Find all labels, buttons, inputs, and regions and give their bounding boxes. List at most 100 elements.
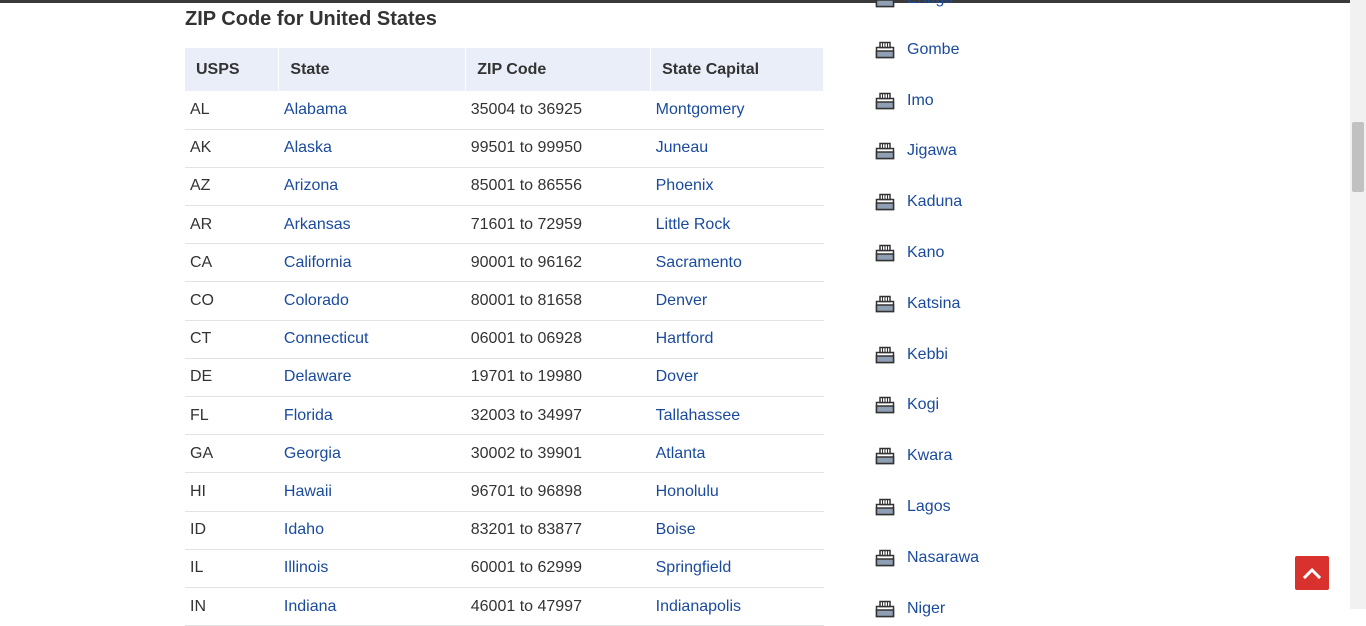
state-link[interactable]: Arizona [284, 177, 338, 194]
capital-link[interactable]: Boise [656, 521, 696, 538]
sidebar-state-link[interactable]: Katsina [907, 295, 960, 313]
zip-range: 32003 to 34997 [465, 396, 651, 436]
sidebar-item: Lagos [875, 496, 951, 518]
building-icon [875, 143, 895, 160]
sidebar-state-link[interactable]: Kwara [907, 447, 952, 465]
building-icon [875, 193, 895, 211]
sidebar-state-link[interactable]: Gombe [907, 41, 959, 59]
state-link[interactable]: Hawaii [284, 483, 332, 500]
table-row: CT Connecticut 06001 to 06928 Hartford [185, 320, 824, 359]
table-cell: California [278, 243, 466, 283]
table-cell: Montgomery [650, 91, 824, 130]
page-title: ZIP Code for United States [185, 8, 437, 30]
zip-range: 71601 to 72959 [465, 205, 651, 245]
state-link[interactable]: Florida [284, 407, 333, 424]
state-link[interactable]: Georgia [284, 445, 341, 462]
usps-code: CA [185, 243, 279, 283]
state-link[interactable]: Arkansas [284, 216, 351, 233]
state-link[interactable]: California [284, 254, 352, 271]
column-header-state: State [278, 48, 467, 91]
table-cell: Juneau [650, 129, 824, 168]
building-icon [875, 498, 895, 516]
state-link[interactable]: Illinois [284, 559, 328, 576]
table-row: AL Alabama 35004 to 36925 Montgomery [185, 91, 824, 130]
table-row: AR Arkansas 71601 to 72959 Little Rock [185, 205, 824, 245]
capital-link[interactable]: Tallahassee [656, 407, 741, 424]
table-cell: Georgia [278, 434, 466, 474]
state-link[interactable]: Indiana [284, 598, 337, 615]
sidebar-state-link[interactable]: Jigawa [907, 142, 957, 160]
table-row: HI Hawaii 96701 to 96898 Honolulu [185, 472, 824, 512]
zip-range: 80001 to 81658 [465, 281, 651, 321]
zip-range: 35004 to 36925 [465, 91, 651, 130]
back-to-top-button[interactable] [1295, 556, 1329, 590]
table-row: ID Idaho 83201 to 83877 Boise [185, 511, 824, 550]
sidebar-state-link[interactable]: Kogi [907, 396, 939, 414]
table-header-row: USPS State ZIP Code State Capital [185, 48, 824, 91]
capital-link[interactable]: Little Rock [656, 216, 731, 233]
table-row: AK Alaska 99501 to 99950 Juneau [185, 129, 824, 168]
capital-link[interactable]: Hartford [656, 330, 714, 347]
state-link[interactable]: Alaska [284, 139, 332, 156]
usps-code: IL [185, 549, 279, 588]
scrollbar-thumb[interactable] [1352, 122, 1364, 192]
sidebar-item: Jigawa [875, 140, 957, 162]
capital-link[interactable]: Indianapolis [656, 598, 741, 615]
sidebar-item: Kwara [875, 445, 952, 467]
capital-link[interactable]: Phoenix [656, 177, 714, 194]
capital-link[interactable]: Denver [656, 292, 708, 309]
zip-range: 83201 to 83877 [465, 511, 651, 550]
state-link[interactable]: Alabama [284, 101, 347, 118]
state-link[interactable]: Delaware [284, 368, 352, 385]
capital-link[interactable]: Atlanta [656, 445, 706, 462]
table-cell: Idaho [278, 511, 466, 550]
sidebar-item: Kaduna [875, 191, 962, 213]
zip-range: 46001 to 47997 [465, 587, 651, 626]
building-icon [875, 41, 895, 59]
table-cell: Dover [650, 358, 824, 398]
zip-range: 60001 to 62999 [465, 549, 651, 588]
state-link[interactable]: Connecticut [284, 330, 369, 347]
top-border [0, 0, 1350, 3]
state-link[interactable]: Colorado [284, 292, 349, 309]
sidebar-state-link[interactable]: Nasarawa [907, 549, 979, 567]
building-icon [875, 447, 895, 465]
table-cell: Denver [650, 281, 824, 321]
capital-link[interactable]: Springfield [656, 559, 732, 576]
building-icon [875, 346, 895, 363]
table-cell: Indiana [278, 587, 466, 626]
state-link[interactable]: Idaho [284, 521, 324, 538]
sidebar-state-link[interactable]: Kano [907, 244, 944, 262]
table-row: CA California 90001 to 96162 Sacramento [185, 243, 824, 283]
capital-link[interactable]: Honolulu [656, 483, 719, 500]
table-cell: Honolulu [650, 472, 824, 512]
column-header-zip-code: ZIP Code [465, 48, 652, 91]
sidebar-state-link[interactable]: Imo [907, 92, 934, 110]
table-cell: Connecticut [278, 320, 466, 359]
table-cell: Tallahassee [650, 396, 824, 436]
zip-range: 19701 to 19980 [465, 358, 651, 398]
capital-link[interactable]: Dover [656, 368, 699, 385]
table-cell: Little Rock [650, 205, 824, 245]
capital-link[interactable]: Sacramento [656, 254, 742, 271]
sidebar-item: Nasarawa [875, 547, 979, 569]
sidebar-state-link[interactable]: Kebbi [907, 346, 948, 364]
scrollbar-track[interactable] [1350, 0, 1366, 609]
sidebar-state-link[interactable]: Kaduna [907, 193, 962, 211]
sidebar-state-link[interactable]: Enugu [907, 0, 953, 8]
building-icon [875, 244, 895, 262]
capital-link[interactable]: Juneau [656, 139, 709, 156]
table-row: AZ Arizona 85001 to 86556 Phoenix [185, 167, 824, 207]
usps-code: HI [185, 472, 279, 512]
usps-code: FL [185, 396, 279, 436]
sidebar-state-link[interactable]: Lagos [907, 498, 951, 516]
building-icon [875, 397, 895, 414]
table-cell: Hawaii [278, 472, 466, 512]
sidebar-item: Gombe [875, 39, 959, 61]
table-cell: Florida [278, 396, 466, 436]
capital-link[interactable]: Montgomery [656, 101, 745, 118]
zip-range: 30002 to 39901 [465, 434, 651, 474]
sidebar-item: Kebbi [875, 344, 948, 366]
usps-code: ID [185, 511, 279, 550]
table-cell: Boise [650, 511, 824, 550]
